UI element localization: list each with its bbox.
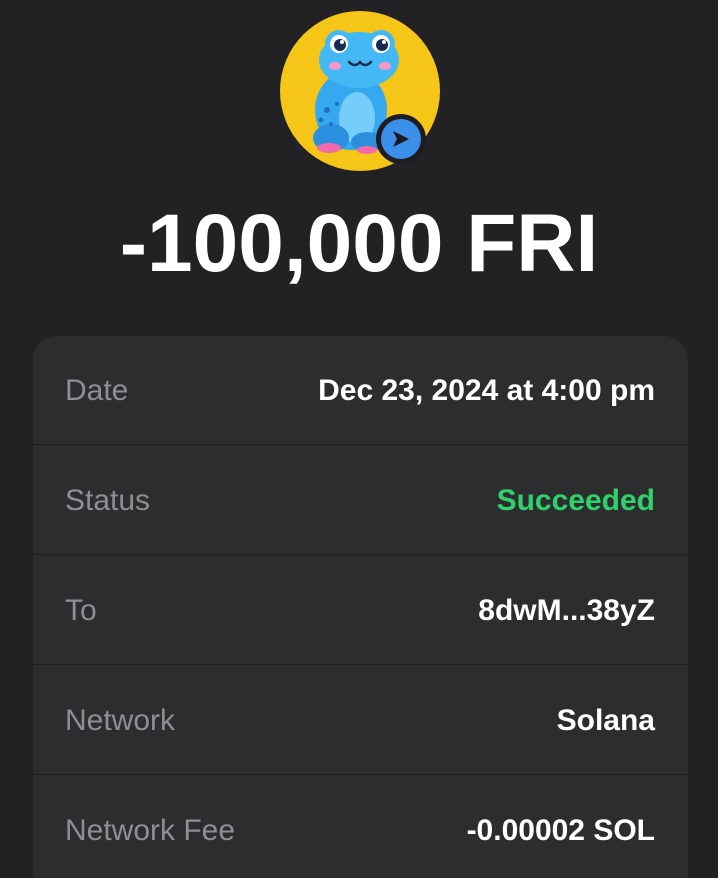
transaction-detail-screen: -100,000 FRI Date Dec 23, 2024 at 4:00 p…	[0, 0, 718, 878]
transaction-amount: -100,000 FRI	[119, 198, 599, 289]
transaction-details-card: Date Dec 23, 2024 at 4:00 pm Status Succ…	[33, 336, 688, 878]
network-label: Network	[65, 703, 176, 737]
status-row: Status Succeeded	[33, 446, 688, 555]
send-badge	[376, 114, 426, 164]
divider	[33, 774, 688, 775]
network-value: Solana	[556, 703, 655, 737]
token-avatar	[279, 10, 441, 172]
divider	[33, 444, 688, 445]
network-row: Network Solana	[33, 666, 688, 775]
network-fee-row: Network Fee -0.00002 SOL	[33, 776, 688, 878]
divider	[33, 664, 688, 665]
date-row: Date Dec 23, 2024 at 4:00 pm	[33, 336, 688, 445]
network-fee-value: -0.00002 SOL	[466, 813, 655, 847]
send-arrow-icon	[381, 119, 421, 159]
date-value: Dec 23, 2024 at 4:00 pm	[318, 373, 655, 407]
recipient-address[interactable]: 8dwM...38yZ	[478, 594, 655, 628]
divider	[33, 554, 688, 555]
date-label: Date	[65, 373, 129, 407]
recipient-label: To	[65, 593, 97, 627]
status-value: Succeeded	[496, 483, 655, 517]
status-label: Status	[65, 483, 151, 517]
network-fee-label: Network Fee	[65, 813, 236, 847]
recipient-row[interactable]: To 8dwM...38yZ	[33, 556, 688, 665]
